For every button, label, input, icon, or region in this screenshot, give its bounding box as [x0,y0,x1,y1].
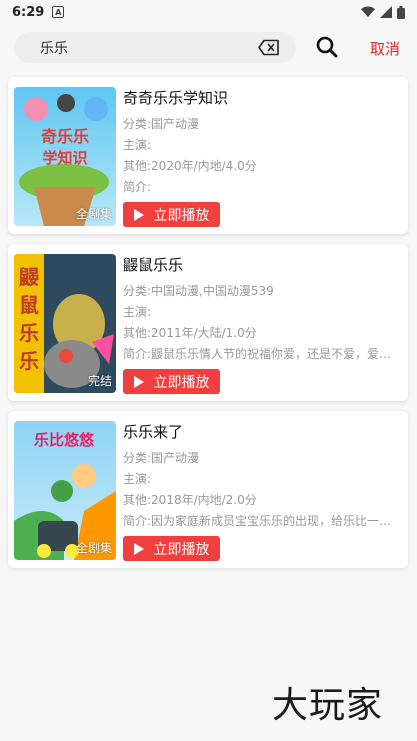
result-cast: 主演: [123,138,152,152]
battery-icon [397,5,405,19]
play-button-label: 立即播放 [153,541,210,558]
episode-badge: 全剧集 [75,207,112,221]
play-button-label: 立即播放 [153,374,210,391]
play-button[interactable]: 立即播放 [123,202,220,227]
play-button-label: 立即播放 [153,207,210,224]
result-intro: 简介:鼹鼠乐乐情人节的祝福你爱，还是不爱，爱都在那里 [123,347,401,361]
result-info: 乐乐来了 分类:国产动漫 主演: 其他:2018年/内地/2.0分 简介:因为家… [123,421,403,532]
episode-badge: 完结 [87,374,112,388]
watermark: 大玩家 [272,685,384,726]
status-bar: 6:29 A [0,0,417,24]
result-category: 分类:国产动漫 [123,117,200,131]
result-intro: 简介:因为家庭新成员宝宝乐乐的出现，给乐比一家带来了欢乐 [123,514,401,528]
poster-image[interactable]: 鼹 鼠 乐 乐 完结 [14,254,116,393]
svg-text:鼹: 鼹 [19,265,39,289]
result-other: 其他:2018年/内地/2.0分 [123,493,257,507]
result-title[interactable]: 奇奇乐乐学知识 [123,87,403,109]
result-card[interactable]: 乐比悠悠 全剧集 乐乐来了 分类:国产动漫 主演: 其他:2018年/内地/2.… [8,411,408,568]
episode-badge: 全剧集 [75,541,112,555]
result-title[interactable]: 乐乐来了 [123,421,403,443]
result-other: 其他:2020年/内地/4.0分 [123,159,257,173]
result-cast: 主演: [123,305,152,319]
play-button[interactable]: 立即播放 [123,369,220,394]
search-field-container[interactable] [14,32,296,63]
svg-text:学知识: 学知识 [42,149,87,167]
play-button[interactable]: 立即播放 [123,536,220,561]
search-input[interactable] [40,39,240,56]
signal-icon [380,6,392,18]
svg-text:奇乐乐: 奇乐乐 [41,127,89,146]
play-icon [133,375,144,388]
svg-text:乐: 乐 [19,349,39,373]
search-bar: 取消 [0,24,417,72]
svg-text:乐: 乐 [19,321,39,345]
notification-icon: A [52,6,65,18]
result-intro: 简介: [123,180,152,194]
cancel-button[interactable]: 取消 [370,38,400,59]
result-category: 分类:中国动漫,中国动漫539 [123,284,274,298]
svg-text:乐比悠悠: 乐比悠悠 [34,431,95,449]
result-title[interactable]: 鼹鼠乐乐 [123,254,403,276]
result-other: 其他:2011年/大陆/1.0分 [123,326,257,340]
result-cast: 主演: [123,472,152,486]
result-info: 鼹鼠乐乐 分类:中国动漫,中国动漫539 主演: 其他:2011年/大陆/1.0… [123,254,403,365]
result-info: 奇奇乐乐学知识 分类:国产动漫 主演: 其他:2020年/内地/4.0分 简介: [123,87,403,198]
poster-image[interactable]: 奇乐乐 学知识 全剧集 [14,87,116,226]
clear-text-icon[interactable] [258,39,280,60]
result-card[interactable]: 奇乐乐 学知识 全剧集 奇奇乐乐学知识 分类:国产动漫 主演: 其他:2020年… [8,77,408,234]
result-category: 分类:国产动漫 [123,451,200,465]
poster-image[interactable]: 乐比悠悠 全剧集 [14,421,116,560]
result-card[interactable]: 鼹 鼠 乐 乐 完结 鼹鼠乐乐 分类:中国动漫,中国动漫539 主演: 其他:2… [8,244,408,401]
wifi-icon [361,6,375,17]
svg-text:鼠: 鼠 [19,293,39,317]
clock: 6:29 [12,4,45,20]
search-icon[interactable] [316,36,338,62]
play-icon [133,208,144,221]
play-icon [133,542,144,555]
